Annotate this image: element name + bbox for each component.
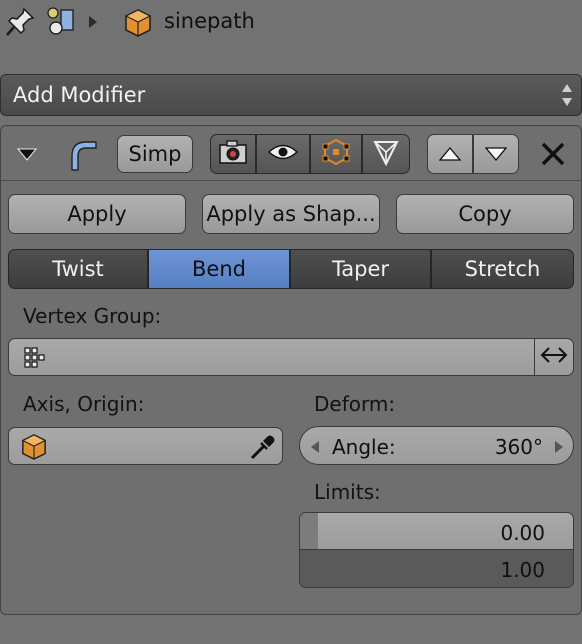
object-cube-icon	[21, 433, 47, 465]
axis-origin-label: Axis, Origin:	[23, 392, 145, 416]
collapse-triangle-icon[interactable]	[16, 146, 38, 162]
mode-twist[interactable]: Twist	[8, 249, 148, 289]
limit-min-value: 0.00	[500, 521, 545, 545]
decrement-arrow-icon[interactable]	[310, 439, 320, 458]
angle-label: Angle:	[332, 435, 396, 459]
axis-origin-field[interactable]	[8, 427, 283, 465]
updown-arrows-icon	[561, 82, 573, 108]
invert-arrows-icon	[539, 345, 569, 369]
apply-button[interactable]: Apply	[8, 194, 186, 234]
angle-field[interactable]: Angle: 360°	[299, 426, 574, 465]
vertex-group-label: Vertex Group:	[23, 304, 162, 328]
increment-arrow-icon[interactable]	[554, 439, 564, 458]
render-toggle[interactable]	[210, 134, 256, 174]
viewport-toggle[interactable]	[256, 134, 310, 174]
editmode-toggle[interactable]	[310, 134, 362, 174]
viewport-eye-icon	[267, 142, 299, 166]
add-modifier-label: Add Modifier	[13, 83, 146, 107]
breadcrumb-arrow-icon	[88, 14, 98, 28]
vertex-group-field[interactable]	[8, 338, 535, 376]
vertex-group-invert-button[interactable]	[534, 338, 574, 376]
move-up-icon	[438, 142, 462, 166]
deform-label: Deform:	[314, 392, 396, 416]
modifier-name-field[interactable]: Simp	[117, 135, 193, 173]
object-name: sinepath	[164, 9, 255, 33]
modifier-bend-icon	[66, 136, 100, 172]
cage-toggle[interactable]	[362, 134, 410, 174]
move-down-icon	[484, 142, 508, 166]
mode-taper[interactable]: Taper	[290, 249, 431, 289]
object-cube-icon	[124, 8, 152, 38]
scene-data-icon[interactable]	[44, 4, 78, 38]
limit-min-slider-handle	[300, 513, 318, 549]
render-camera-icon	[218, 139, 248, 170]
mode-stretch[interactable]: Stretch	[431, 249, 574, 289]
copy-button[interactable]: Copy	[396, 194, 574, 234]
editmode-icon	[320, 136, 352, 173]
apply-as-shape-button[interactable]: Apply as Shap...	[202, 194, 380, 234]
eyedropper-icon[interactable]	[248, 432, 276, 466]
limit-max-value: 1.00	[500, 558, 545, 582]
add-modifier-dropdown[interactable]: Add Modifier	[0, 74, 582, 116]
move-down-button[interactable]	[473, 134, 519, 174]
mode-bend[interactable]: Bend	[148, 249, 290, 289]
limit-max-slider[interactable]: 1.00	[299, 549, 574, 588]
angle-value: 360°	[494, 435, 543, 459]
remove-x-icon[interactable]	[540, 141, 566, 167]
pin-icon[interactable]	[4, 6, 36, 38]
move-up-button[interactable]	[427, 134, 473, 174]
limit-min-slider[interactable]: 0.00	[299, 512, 574, 550]
vertex-group-icon	[23, 346, 47, 374]
cage-icon	[370, 136, 402, 173]
limits-label: Limits:	[314, 480, 381, 504]
